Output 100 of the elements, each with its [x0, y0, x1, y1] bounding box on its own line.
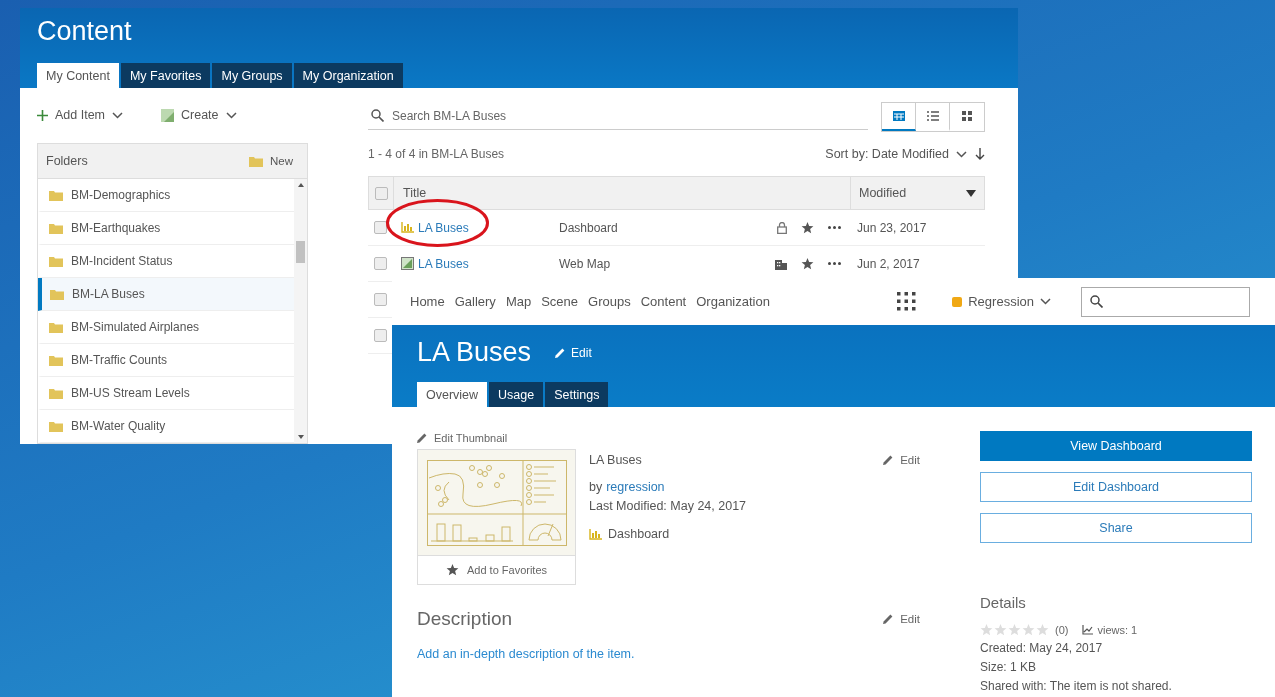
folder-icon	[49, 387, 63, 399]
table-cell-text: Jun 23, 2017	[857, 220, 928, 235]
checkbox[interactable]	[373, 257, 387, 270]
account-menu[interactable]: Regression	[946, 293, 1057, 310]
sort-dropdown[interactable]: Sort by: Date Modified	[825, 147, 967, 161]
folder-item[interactable]: BM-LA Buses	[38, 278, 294, 311]
arrow-down-icon[interactable]	[975, 148, 985, 160]
nav-link[interactable]: Organization	[696, 294, 770, 309]
owner-link[interactable]: regression	[606, 480, 665, 494]
column-header[interactable]: Title	[394, 186, 850, 200]
view-toggle-button[interactable]	[882, 103, 916, 131]
apps-grid-icon[interactable]	[897, 292, 917, 311]
map-icon	[161, 108, 175, 122]
item-title-link[interactable]: LA Buses	[418, 256, 469, 271]
tab[interactable]: My Groups	[212, 63, 292, 88]
folder-item[interactable]: BM-Water Quality	[38, 410, 294, 443]
more-icon[interactable]	[828, 262, 841, 265]
item-size: Size: 1 KB	[980, 660, 1038, 674]
add-description-link[interactable]: Add an in-depth description of the item.	[417, 647, 920, 661]
edit-button[interactable]: Edit	[549, 344, 598, 361]
checkbox[interactable]	[374, 186, 388, 200]
add-item-button[interactable]: Add Item	[37, 108, 124, 122]
item-type: Dashboard	[608, 527, 670, 541]
result-count: 1 - 4 of 4 in BM-LA Buses	[368, 147, 505, 161]
plus-icon	[37, 109, 48, 121]
item-title-link[interactable]: LA Buses	[418, 220, 469, 235]
action-button[interactable]: Edit Dashboard	[980, 472, 1252, 502]
star-icon	[994, 624, 1007, 636]
checkbox[interactable]	[373, 329, 387, 342]
description-heading: Description	[417, 608, 513, 630]
item-name: LA Buses	[589, 453, 642, 467]
checkbox[interactable]	[373, 221, 387, 234]
tab[interactable]: My Content	[37, 63, 119, 88]
caret-icon[interactable]	[966, 189, 976, 197]
folder-icon	[49, 222, 63, 234]
scrollbar[interactable]	[294, 179, 307, 443]
folder-item[interactable]: BM-US Stream Levels	[38, 377, 294, 410]
pencil-icon	[883, 614, 894, 624]
nav-link[interactable]: Gallery	[454, 294, 496, 309]
edit-thumbnail-button[interactable]: Edit Thumbnail	[417, 431, 920, 445]
search-field[interactable]	[1081, 286, 1250, 317]
action-button[interactable]: Share	[980, 513, 1252, 543]
bar-chart-icon	[401, 222, 414, 233]
folder-item[interactable]: BM-Demographics	[38, 179, 294, 212]
star-icon	[1008, 624, 1021, 636]
chevron-down-icon	[112, 111, 124, 119]
folder-icon	[49, 255, 63, 267]
search-icon	[371, 109, 384, 122]
folder-item[interactable]: BM-Traffic Counts	[38, 344, 294, 377]
column-header[interactable]: Modified	[859, 186, 907, 200]
tab[interactable]: My Organization	[293, 63, 403, 88]
checkbox[interactable]	[373, 293, 387, 306]
rating-count: (0)	[1055, 624, 1069, 636]
search-field[interactable]: Search BM-LA Buses	[368, 102, 868, 130]
grid-icon	[962, 111, 972, 121]
nav-link[interactable]: Scene	[541, 294, 579, 309]
table-icon	[892, 111, 905, 121]
line-chart-icon	[1082, 625, 1094, 635]
scroll-down-icon[interactable]	[297, 435, 304, 439]
action-button[interactable]: View Dashboard	[980, 431, 1252, 461]
star-icon	[801, 221, 814, 234]
tab[interactable]: Settings	[545, 382, 609, 407]
views-count: views: 1	[1097, 624, 1138, 636]
create-button[interactable]: Create	[161, 108, 237, 122]
nav-link[interactable]: Content	[640, 294, 687, 309]
search-icon	[1090, 295, 1103, 308]
chevron-down-icon	[1040, 298, 1051, 305]
nav-link[interactable]: Map	[505, 294, 532, 309]
scrollbar-thumb[interactable]	[296, 241, 305, 263]
new-folder-button[interactable]: New	[243, 154, 299, 168]
nav-link[interactable]: Groups	[588, 294, 631, 309]
folder-icon	[249, 155, 263, 167]
tab[interactable]: Overview	[417, 382, 488, 407]
nav-link[interactable]: Home	[410, 294, 445, 309]
table-cell-text: Web Map	[559, 256, 612, 271]
list-icon	[926, 111, 939, 121]
more-icon[interactable]	[828, 226, 841, 229]
scroll-up-icon[interactable]	[297, 183, 304, 187]
item-title: LA Buses	[417, 337, 532, 368]
last-modified: Last Modified: May 24, 2017	[589, 499, 748, 513]
pencil-icon	[883, 455, 894, 465]
table-cell-text: Jun 2, 2017	[857, 256, 921, 271]
folder-item[interactable]: BM-Simulated Airplanes	[38, 311, 294, 344]
folder-icon	[50, 288, 64, 300]
pencil-icon	[555, 347, 566, 358]
star-icon	[445, 564, 459, 576]
star-icon	[1036, 624, 1049, 636]
table-cell-text: Dashboard	[559, 220, 619, 235]
folder-item[interactable]: BM-Earthquakes	[38, 212, 294, 245]
edit-button[interactable]: Edit	[883, 454, 920, 466]
by-label: by	[589, 480, 603, 494]
details-heading: Details	[980, 594, 1027, 611]
bar-chart-icon	[589, 528, 602, 540]
created-date: Created: May 24, 2017	[980, 641, 1104, 655]
tab[interactable]: Usage	[489, 382, 544, 407]
edit-button[interactable]: Edit	[883, 613, 920, 625]
star-icon	[1022, 624, 1035, 636]
folder-icon	[49, 354, 63, 366]
tab[interactable]: My Favorites	[120, 63, 211, 88]
folder-icon	[49, 189, 63, 201]
